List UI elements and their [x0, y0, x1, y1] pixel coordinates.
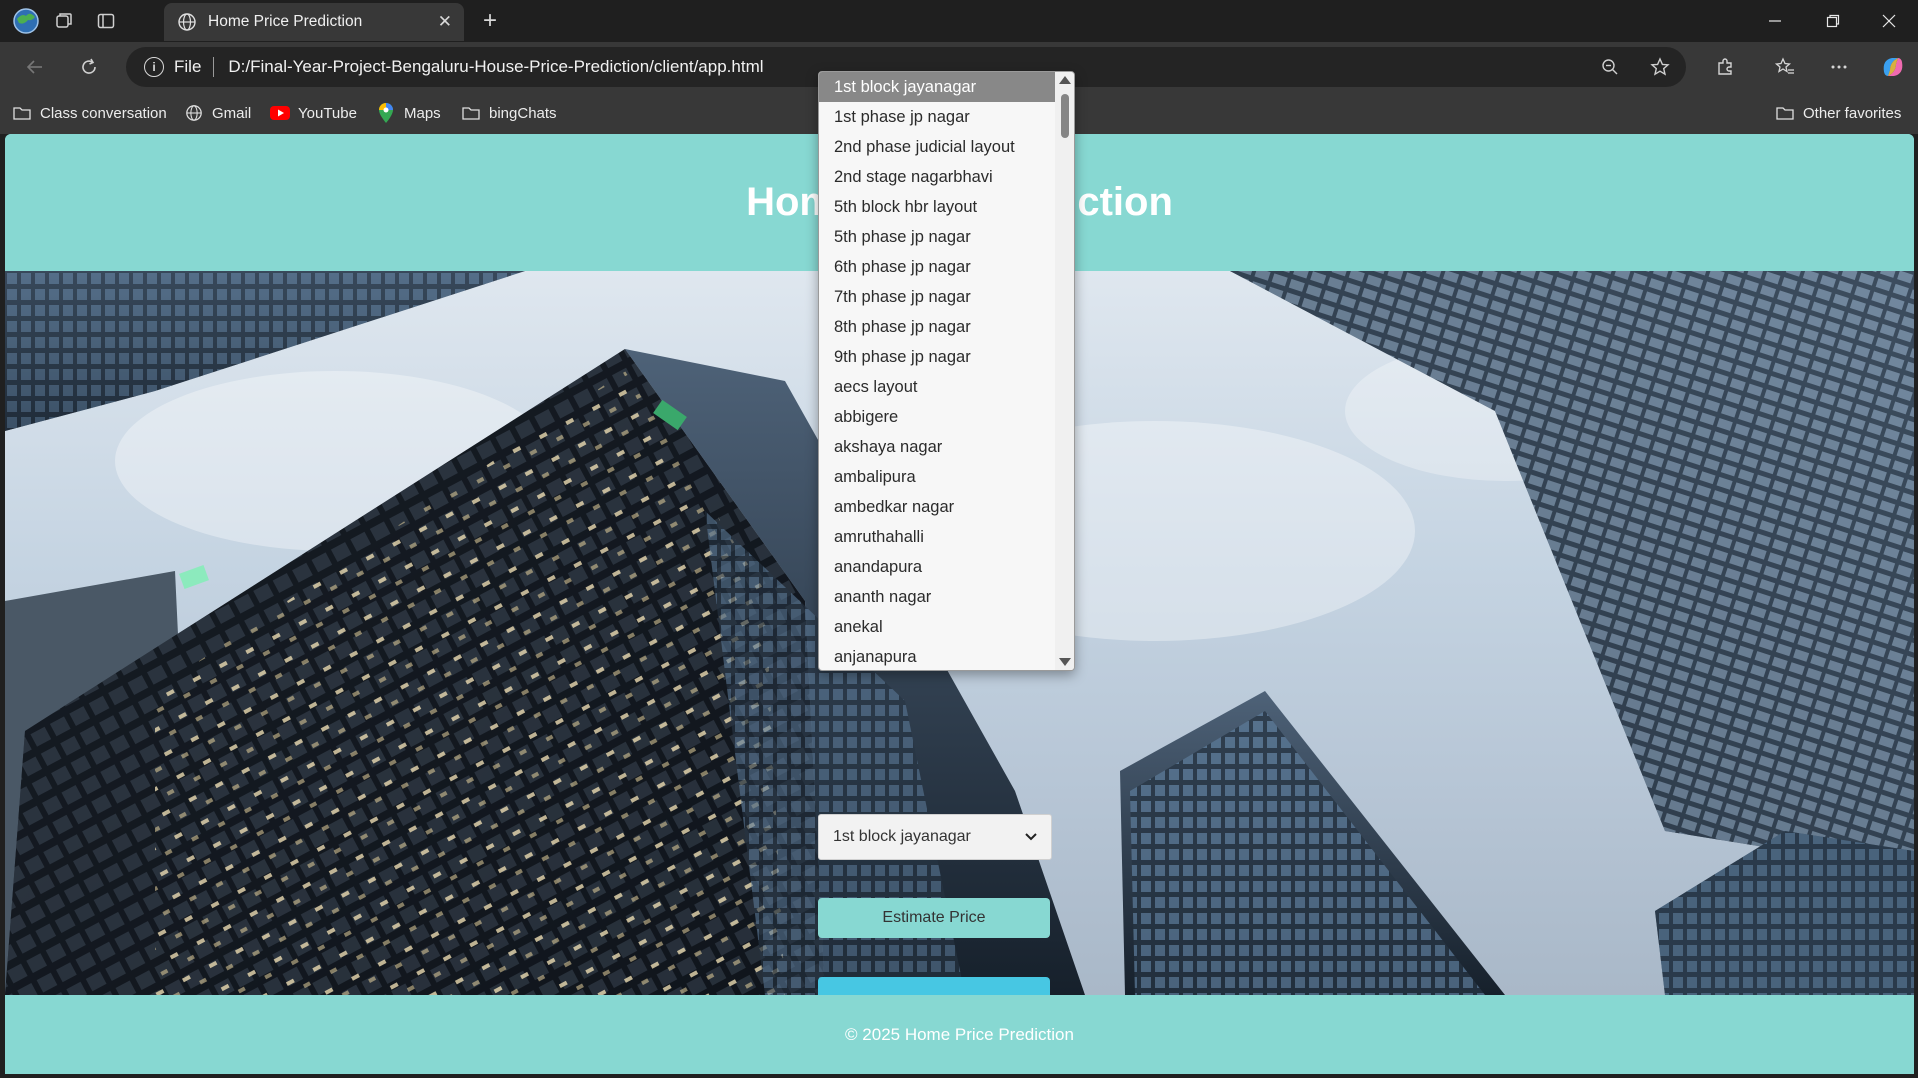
estimate-price-button[interactable]: Estimate Price [818, 898, 1050, 938]
dropdown-option[interactable]: ambalipura [819, 462, 1056, 492]
tab-bar: Home Price Prediction ✕ + [0, 0, 1918, 42]
dropdown-option[interactable]: anekal [819, 612, 1056, 642]
scroll-up-arrow-icon[interactable] [1059, 76, 1071, 84]
address-separator [213, 57, 215, 77]
globe-icon [176, 11, 198, 33]
dropdown-option[interactable]: anandapura [819, 552, 1056, 582]
refresh-icon[interactable] [72, 52, 106, 82]
active-tab[interactable]: Home Price Prediction ✕ [164, 3, 464, 41]
maps-pin-icon [376, 103, 396, 123]
minimize-icon[interactable] [1746, 0, 1804, 42]
bookmark-maps[interactable]: Maps [376, 101, 441, 125]
copilot-icon[interactable] [1878, 52, 1908, 82]
bookmark-label: YouTube [298, 104, 357, 122]
bookmark-label: bingChats [489, 104, 557, 122]
dropdown-option[interactable]: aecs layout [819, 372, 1056, 402]
chevron-down-icon [1025, 830, 1037, 844]
dropdown-options: 1st block jayanagar 1st phase jp nagar 2… [819, 72, 1056, 670]
folder-icon [12, 103, 32, 123]
bookmark-label: Class conversation [40, 104, 167, 122]
tab-close-icon[interactable]: ✕ [438, 12, 452, 32]
dropdown-option[interactable]: 6th phase jp nagar [819, 252, 1056, 282]
other-favorites[interactable]: Other favorites [1775, 101, 1901, 125]
site-info-icon[interactable]: i [144, 57, 164, 77]
scrollbar-thumb[interactable] [1061, 94, 1069, 138]
profile-avatar-icon[interactable] [10, 6, 42, 36]
back-arrow-icon[interactable] [18, 52, 52, 82]
address-scheme-label: File [174, 57, 202, 76]
bookmark-gmail[interactable]: Gmail [184, 101, 251, 125]
other-favorites-label: Other favorites [1803, 104, 1902, 122]
folder-icon [461, 103, 481, 123]
dropdown-option[interactable]: abbigere [819, 402, 1056, 432]
more-options-icon[interactable] [1822, 52, 1856, 82]
estimated-price-result [818, 977, 1050, 995]
location-dropdown-list[interactable]: 1st block jayanagar 1st phase jp nagar 2… [818, 71, 1075, 671]
bookmark-bingchats[interactable]: bingChats [461, 101, 557, 125]
youtube-icon [270, 103, 290, 123]
dropdown-option[interactable]: 5th block hbr layout [819, 192, 1056, 222]
dropdown-option[interactable]: akshaya nagar [819, 432, 1056, 462]
dropdown-option[interactable]: 1st phase jp nagar [819, 102, 1056, 132]
folder-icon [1775, 103, 1795, 123]
location-select[interactable]: 1st block jayanagar [818, 814, 1052, 860]
footer-copyright: © 2025 Home Price Prediction [845, 1024, 1074, 1044]
dropdown-scrollbar[interactable] [1055, 72, 1074, 670]
dropdown-option[interactable]: anjanapura [819, 642, 1056, 670]
extensions-icon[interactable] [1708, 52, 1742, 82]
dropdown-option[interactable]: 2nd phase judicial layout [819, 132, 1056, 162]
bookmark-label: Gmail [212, 104, 252, 122]
dropdown-option[interactable]: ambedkar nagar [819, 492, 1056, 522]
dropdown-option[interactable]: 8th phase jp nagar [819, 312, 1056, 342]
tab-title: Home Price Prediction [208, 13, 363, 30]
dropdown-option[interactable]: 1st block jayanagar [819, 72, 1056, 102]
bookmark-class-conversation[interactable]: Class conversation [12, 101, 167, 125]
bookmark-label: Maps [404, 104, 441, 122]
scroll-down-arrow-icon[interactable] [1059, 658, 1071, 666]
dropdown-option[interactable]: amruthahalli [819, 522, 1056, 552]
dropdown-option[interactable]: 9th phase jp nagar [819, 342, 1056, 372]
favorites-icon[interactable] [1768, 52, 1802, 82]
site-footer: © 2025 Home Price Prediction [5, 995, 1914, 1074]
new-tab-button[interactable]: + [474, 6, 506, 36]
vertical-tabs-icon[interactable] [90, 6, 122, 36]
address-url[interactable]: D:/Final-Year-Project-Bengaluru-House-Pr… [228, 57, 763, 77]
dropdown-option[interactable]: 5th phase jp nagar [819, 222, 1056, 252]
dropdown-option[interactable]: ananth nagar [819, 582, 1056, 612]
zoom-out-icon[interactable] [1596, 54, 1624, 80]
restore-icon[interactable] [1804, 0, 1862, 42]
dropdown-option[interactable]: 7th phase jp nagar [819, 282, 1056, 312]
dropdown-option[interactable]: 2nd stage nagarbhavi [819, 162, 1056, 192]
location-select-value: 1st block jayanagar [833, 828, 971, 845]
globe-icon [184, 103, 204, 123]
window-close-icon[interactable] [1860, 0, 1918, 42]
favorite-star-icon[interactable] [1646, 54, 1674, 80]
bookmark-youtube[interactable]: YouTube [270, 101, 357, 125]
workspaces-icon[interactable] [48, 6, 80, 36]
